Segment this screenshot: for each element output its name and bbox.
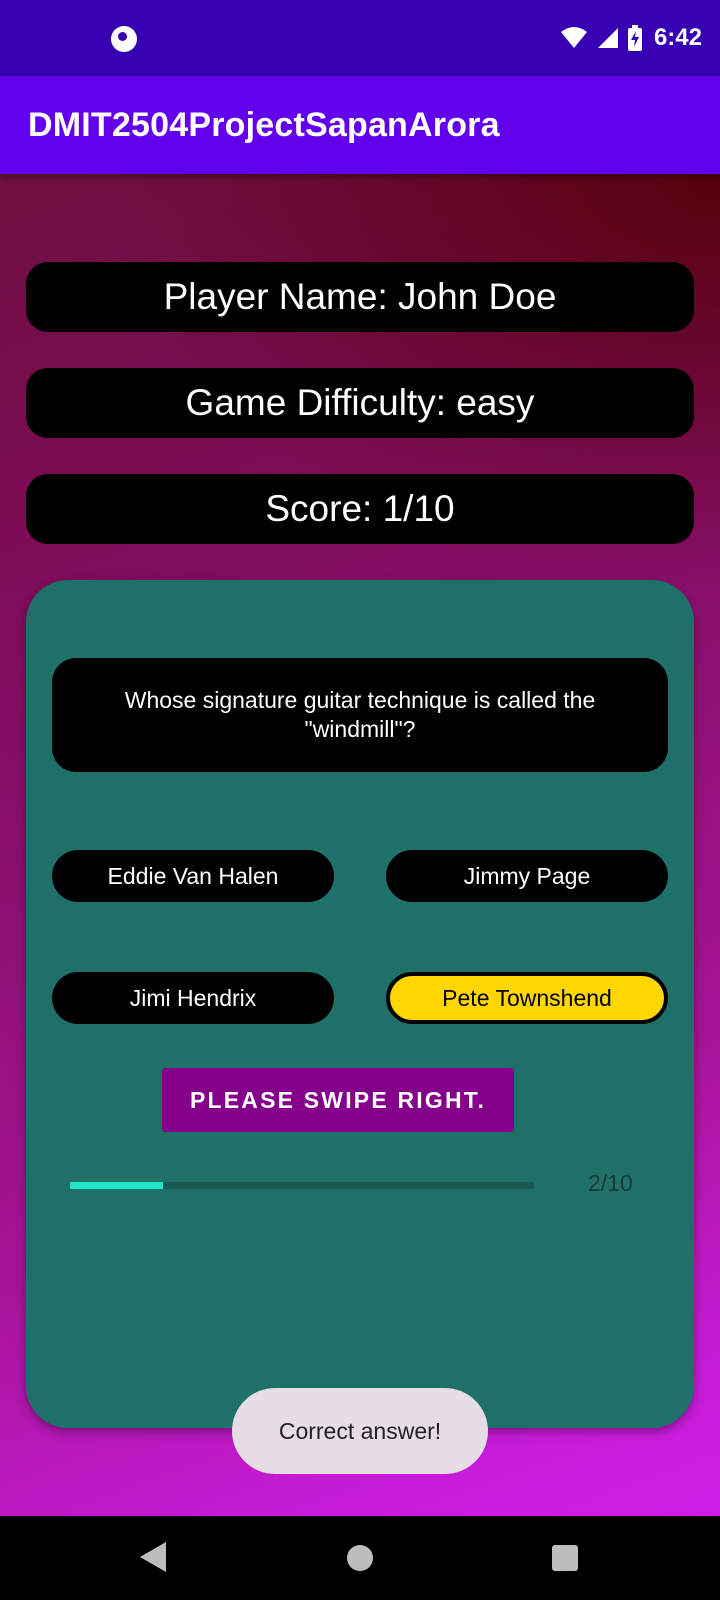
player-name-label: Player Name: John Doe (26, 262, 694, 332)
home-icon[interactable] (347, 1545, 373, 1571)
swipe-right-button[interactable]: PLEASE SWIPE RIGHT. (162, 1068, 514, 1132)
navigation-bar (0, 1516, 720, 1600)
score-label: Score: 1/10 (26, 474, 694, 544)
status-bar: 6:42 (0, 0, 720, 76)
question-progress-fill (70, 1182, 163, 1189)
app-title: DMIT2504ProjectSapanArora (28, 106, 500, 144)
answer-button-eddie-van-halen[interactable]: Eddie Van Halen (52, 850, 334, 902)
wifi-icon (560, 27, 587, 48)
answer-button-jimmy-page[interactable]: Jimmy Page (386, 850, 668, 902)
question-progress-label: 2/10 (588, 1170, 633, 1196)
status-icons: 6:42 (560, 22, 702, 54)
recents-icon[interactable] (552, 1545, 578, 1571)
game-difficulty-label: Game Difficulty: easy (26, 368, 694, 438)
battery-charging-icon (627, 25, 642, 51)
app-bar: DMIT2504ProjectSapanArora (0, 76, 720, 174)
answer-button-jimi-hendrix[interactable]: Jimi Hendrix (52, 972, 334, 1024)
app-notification-icon (111, 26, 137, 52)
answer-button-pete-townshend[interactable]: Pete Townshend (386, 972, 668, 1024)
question-progress-bar (70, 1182, 534, 1189)
main-content: Player Name: John Doe Game Difficulty: e… (0, 174, 720, 1516)
quiz-card[interactable]: Whose signature guitar technique is call… (26, 580, 694, 1428)
status-time: 6:42 (653, 24, 702, 51)
question-text: Whose signature guitar technique is call… (52, 658, 668, 772)
toast-message: Correct answer! (232, 1388, 488, 1474)
cellular-signal-icon (597, 28, 618, 48)
back-icon[interactable] (140, 1542, 166, 1572)
